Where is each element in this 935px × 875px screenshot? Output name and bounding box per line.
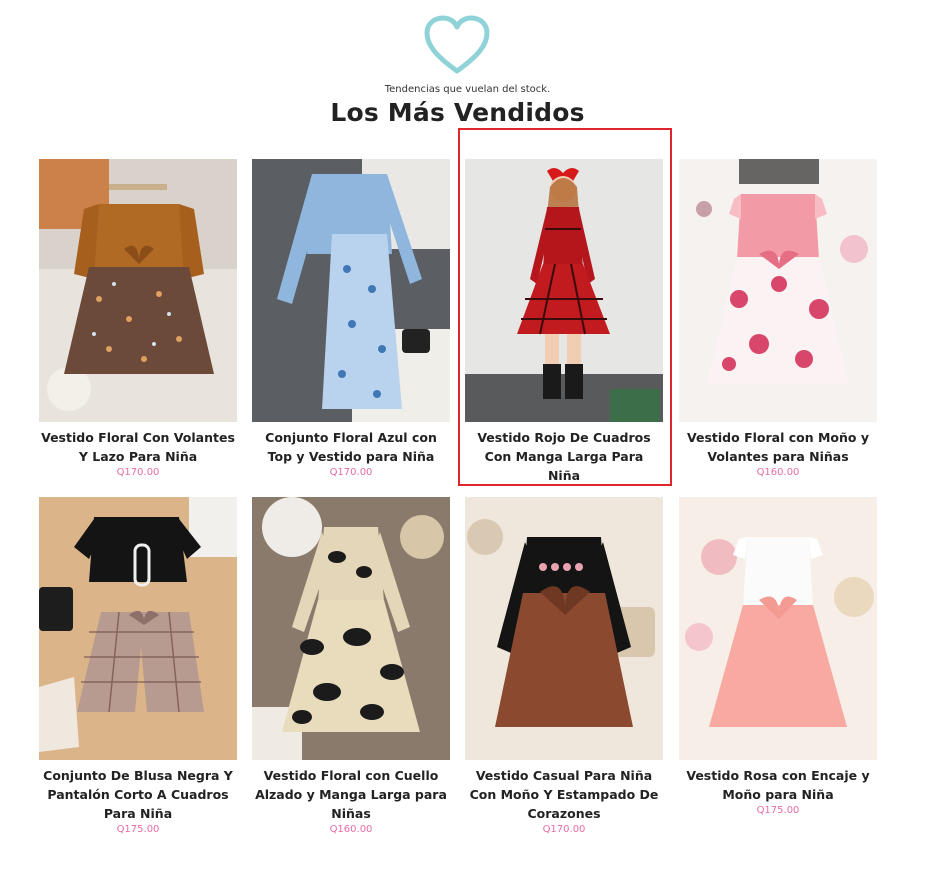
product-price: Q175.00	[756, 805, 800, 816]
product-card[interactable]: Vestido Casual Para Niña Con Moño Y Esta…	[465, 497, 663, 835]
product-image[interactable]	[39, 497, 237, 760]
selection-highlight	[458, 128, 672, 486]
product-image[interactable]	[679, 159, 877, 422]
product-image[interactable]	[39, 159, 237, 422]
product-image[interactable]	[252, 159, 450, 422]
product-image[interactable]	[679, 497, 877, 760]
product-card[interactable]: Vestido Floral Con Volantes Y Lazo Para …	[39, 159, 237, 478]
product-name[interactable]: Vestido Rosa con Encaje y Moño para Niña	[679, 766, 877, 804]
product-card[interactable]: Vestido Floral con Cuello Alzado y Manga…	[252, 497, 450, 835]
product-price: Q170.00	[116, 467, 160, 478]
product-image[interactable]	[465, 497, 663, 760]
product-name[interactable]: Vestido Floral con Moño y Volantes para …	[679, 428, 877, 466]
product-price: Q170.00	[329, 467, 373, 478]
product-card[interactable]: Vestido Floral con Moño y Volantes para …	[679, 159, 877, 478]
product-card[interactable]: Vestido Rosa con Encaje y Moño para Niña…	[679, 497, 877, 816]
product-name[interactable]: Vestido Casual Para Niña Con Moño Y Esta…	[465, 766, 663, 823]
section-tagline: Tendencias que vuelan del stock.	[384, 84, 551, 95]
heart-icon	[422, 14, 492, 76]
product-name[interactable]: Conjunto Floral Azul con Top y Vestido p…	[252, 428, 450, 466]
product-name[interactable]: Vestido Floral Con Volantes Y Lazo Para …	[39, 428, 237, 466]
product-price: Q160.00	[329, 824, 373, 835]
product-price: Q160.00	[756, 467, 800, 478]
product-card[interactable]: Conjunto De Blusa Negra Y Pantalón Corto…	[39, 497, 237, 835]
product-price: Q175.00	[116, 824, 160, 835]
product-price: Q170.00	[542, 824, 586, 835]
product-name[interactable]: Vestido Floral con Cuello Alzado y Manga…	[252, 766, 450, 823]
product-image[interactable]	[252, 497, 450, 760]
product-card[interactable]: Conjunto Floral Azul con Top y Vestido p…	[252, 159, 450, 478]
section-title: Los Más Vendidos	[330, 98, 585, 127]
product-name[interactable]: Conjunto De Blusa Negra Y Pantalón Corto…	[39, 766, 237, 823]
